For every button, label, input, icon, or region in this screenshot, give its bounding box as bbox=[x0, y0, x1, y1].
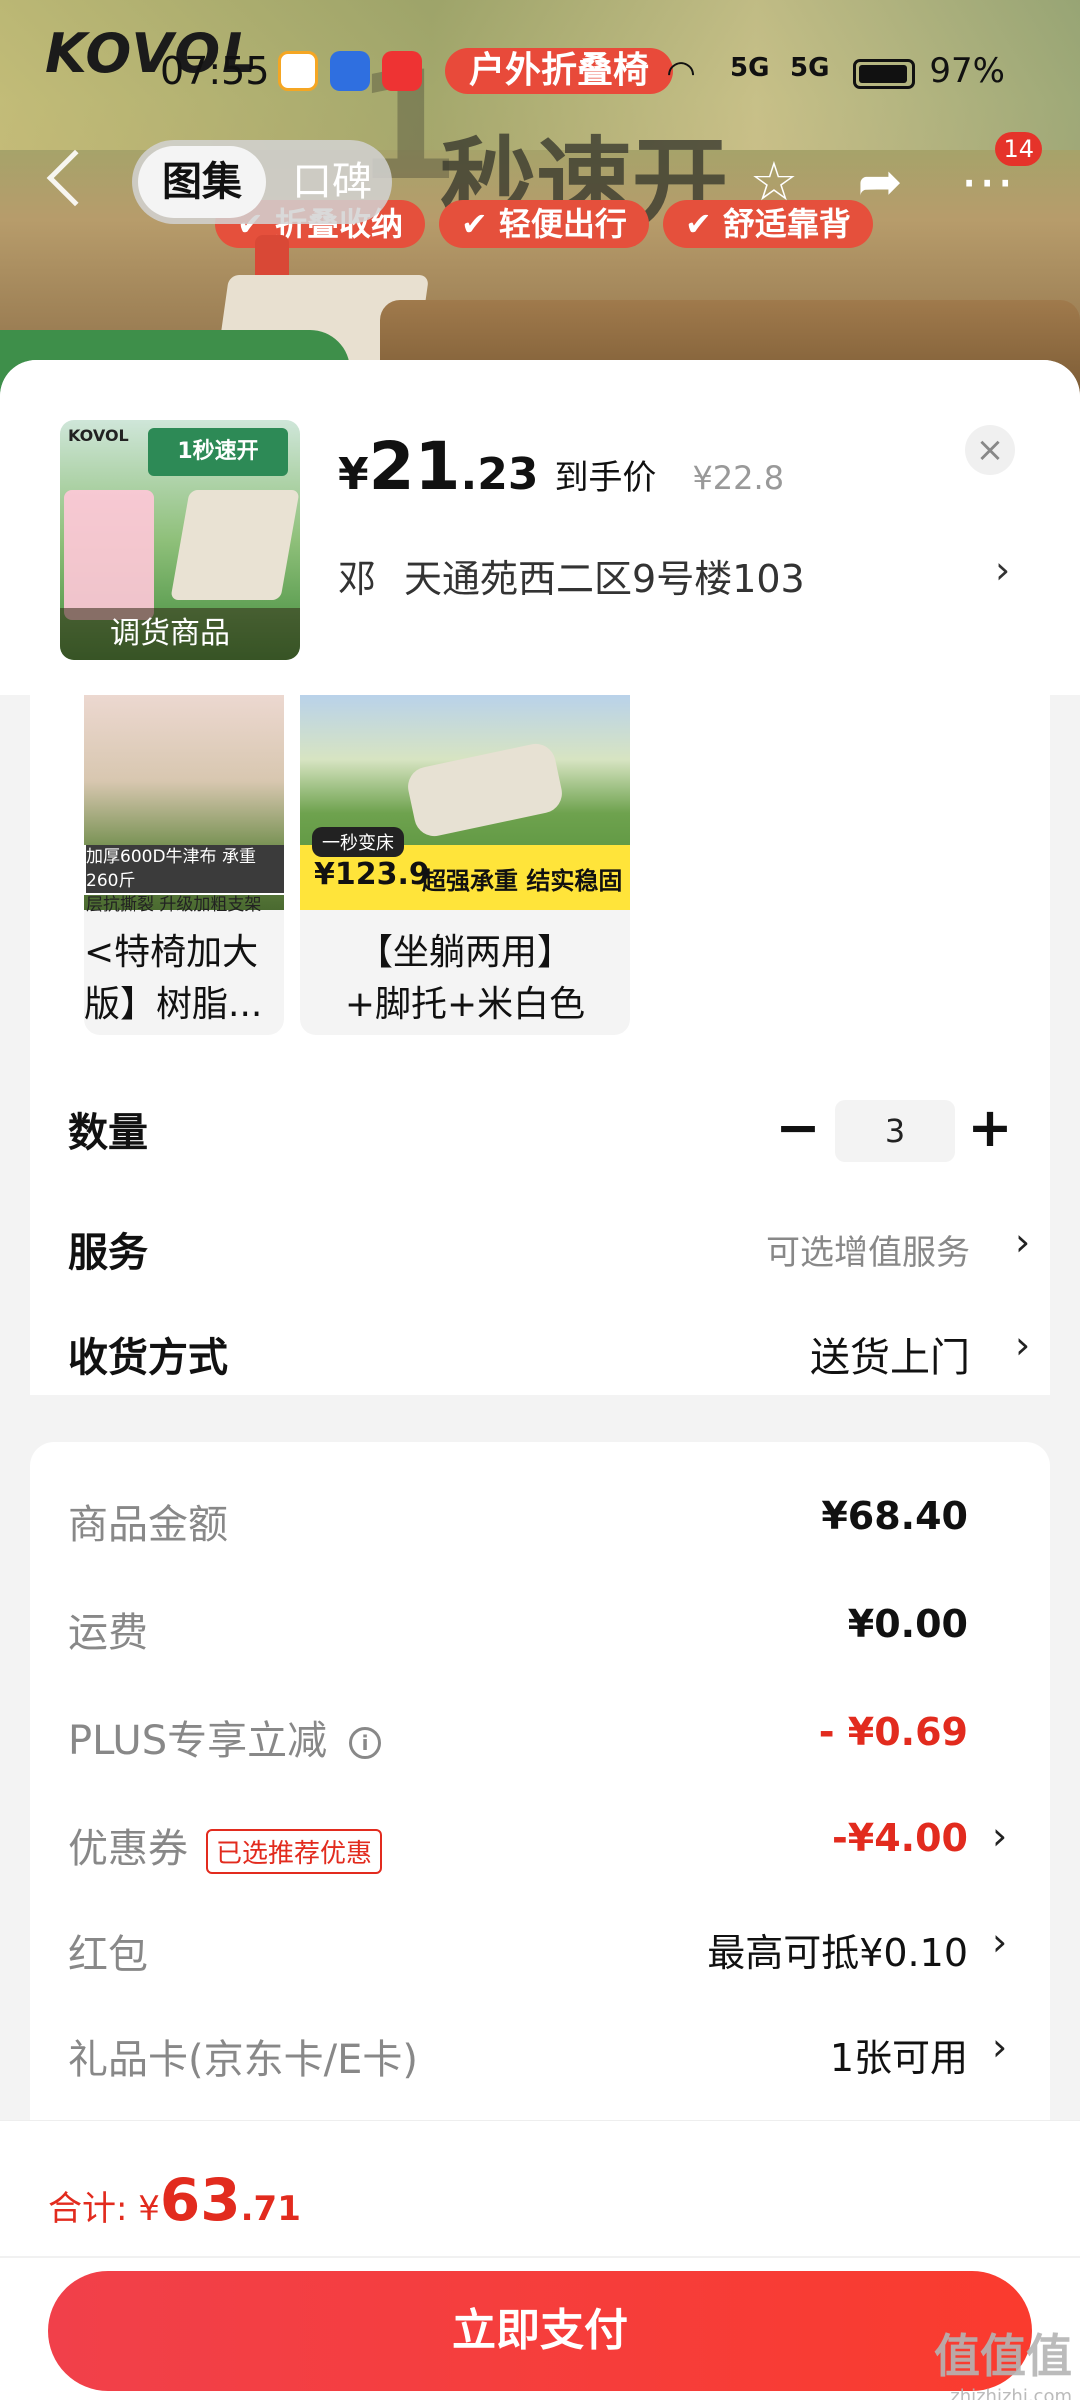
variant-caption-top: 加厚600D牛津布 承重260斤 bbox=[86, 845, 284, 893]
product-thumbnail[interactable]: KOVOL 1秒速开 调货商品 bbox=[60, 420, 300, 660]
gift-card-chevron-icon[interactable]: › bbox=[992, 2025, 1007, 2069]
watermark-url: zhizhizhi.com bbox=[950, 2386, 1072, 2400]
tab-gallery[interactable]: 图集 bbox=[138, 146, 266, 218]
variant-tag: 一秒变床 bbox=[312, 827, 404, 857]
jd-app-icon bbox=[382, 51, 422, 91]
price-label: 到手价 bbox=[554, 458, 657, 498]
coupon-selected-tag: 已选推荐优惠 bbox=[206, 1828, 383, 1874]
coupon-value[interactable]: -¥4.00 bbox=[832, 1816, 968, 1860]
thumb-label: 调货商品 bbox=[60, 608, 300, 660]
thumb-brand: KOVOL bbox=[68, 426, 129, 445]
pay-now-button[interactable]: 立即支付 bbox=[48, 2271, 1032, 2391]
red-packet-value[interactable]: 最高可抵¥0.10 bbox=[707, 1922, 968, 1977]
total-decimal: .71 bbox=[240, 2189, 301, 2229]
total-integer: 63 bbox=[159, 2166, 241, 2234]
variant-section: 加厚600D牛津布 承重260斤 层抗撕裂 升级加粗支架 <特椅加大 版】树脂.… bbox=[30, 695, 1050, 1395]
gift-card-value[interactable]: 1张可用 bbox=[830, 2027, 968, 2082]
weibo-app-icon bbox=[278, 51, 318, 91]
variant-slogan: 超强承重 结实稳固 bbox=[422, 867, 623, 895]
plus-discount-row: PLUS专享立减 i bbox=[68, 1708, 382, 1766]
coupon-label: 优惠券 bbox=[68, 1826, 188, 1872]
quantity-increase-button[interactable]: + bbox=[960, 1100, 1020, 1160]
variant-caption-bottom: 层抗撕裂 升级加粗支架 bbox=[86, 895, 262, 915]
gallery-segment-control: 图集 口碑 bbox=[132, 140, 392, 224]
delivery-chevron-icon[interactable]: › bbox=[1015, 1323, 1030, 1367]
goods-amount-label: 商品金额 bbox=[68, 1502, 228, 1548]
coupon-row[interactable]: 优惠券 已选推荐优惠 bbox=[68, 1816, 383, 1874]
variant-price: ¥123.9 bbox=[314, 857, 430, 892]
thumb-chair-image bbox=[170, 490, 300, 600]
variant-card[interactable]: 一秒变床 ¥123.9 超强承重 结实稳固 【坐躺两用】 +脚托+米白色 bbox=[300, 695, 630, 1035]
battery-percent: 97% bbox=[929, 51, 1005, 91]
quantity-label: 数量 bbox=[68, 1110, 148, 1156]
checkout-footer: 合计: ¥63.71 立即支付 bbox=[0, 2120, 1080, 2400]
goods-amount-value: ¥68.40 bbox=[821, 1494, 968, 1538]
variant-price-bar: 一秒变床 ¥123.9 超强承重 结实稳固 bbox=[300, 827, 630, 910]
red-packet-chevron-icon[interactable]: › bbox=[992, 1920, 1007, 1964]
variant-name: 【坐躺两用】 +脚托+米白色 bbox=[344, 932, 586, 1025]
wifi-icon: ◠ bbox=[668, 53, 695, 93]
close-icon[interactable]: × bbox=[965, 425, 1015, 475]
total-label: 合计: ¥ bbox=[48, 2189, 160, 2229]
tab-reviews[interactable]: 口碑 bbox=[292, 146, 372, 218]
thumb-headline: 1秒速开 bbox=[148, 428, 288, 476]
address-chevron-icon[interactable]: › bbox=[995, 548, 1010, 592]
red-packet-label: 红包 bbox=[68, 1932, 148, 1978]
service-value[interactable]: 可选增值服务 bbox=[766, 1225, 970, 1274]
battery-icon bbox=[853, 59, 915, 89]
recipient-name: 邓 bbox=[338, 557, 377, 601]
watermark-logo: 值值值 bbox=[934, 2329, 1072, 2383]
favorite-star-icon[interactable]: ☆ bbox=[742, 150, 806, 214]
service-label: 服务 bbox=[68, 1230, 148, 1276]
order-total: 合计: ¥63.71 bbox=[48, 2166, 301, 2234]
quantity-decrease-button[interactable]: − bbox=[768, 1100, 828, 1160]
delivery-method-label: 收货方式 bbox=[68, 1335, 228, 1381]
coupon-chevron-icon[interactable]: › bbox=[992, 1814, 1007, 1858]
top-nav: 图集 口碑 ☆ ➦ ⋯ 14 bbox=[0, 132, 1080, 230]
share-arrow-icon[interactable]: ➦ bbox=[848, 150, 912, 214]
network-5g-label: 5G bbox=[790, 53, 830, 83]
quantity-input[interactable]: 3 bbox=[835, 1100, 955, 1162]
network-5g-label: 5G bbox=[730, 53, 770, 83]
freight-value: ¥0.00 bbox=[847, 1602, 968, 1646]
original-price: ¥22.8 bbox=[692, 459, 785, 497]
back-arrow-icon[interactable] bbox=[46, 149, 104, 207]
variant-image-caption: 加厚600D牛津布 承重260斤 层抗撕裂 升级加粗支架 bbox=[84, 845, 284, 915]
plus-discount-value: - ¥0.69 bbox=[818, 1710, 968, 1754]
status-bar: 07:55 ◠ 5G 5G 97% bbox=[0, 45, 1080, 105]
delivery-address[interactable]: 邓天通苑西二区9号楼103 bbox=[338, 548, 805, 603]
info-icon[interactable]: i bbox=[349, 1727, 382, 1759]
plus-discount-label: PLUS专享立减 bbox=[68, 1718, 328, 1764]
freight-label: 运费 bbox=[68, 1610, 148, 1656]
status-time: 07:55 bbox=[160, 49, 270, 93]
price-summary-card: 商品金额 ¥68.40 运费 ¥0.00 PLUS专享立减 i - ¥0.69 优… bbox=[30, 1442, 1050, 2172]
message-badge: 14 bbox=[995, 132, 1042, 166]
gift-card-label: 礼品卡(京东卡/E卡) bbox=[68, 2037, 418, 2083]
delivery-method-value[interactable]: 送货上门 bbox=[810, 1325, 970, 1383]
address-text: 天通苑西二区9号楼103 bbox=[404, 557, 805, 601]
price-decimal: .23 bbox=[460, 449, 539, 500]
baidu-app-icon bbox=[330, 51, 370, 91]
variant-card[interactable]: 加厚600D牛津布 承重260斤 层抗撕裂 升级加粗支架 <特椅加大 版】树脂.… bbox=[84, 695, 284, 1035]
footer-divider bbox=[0, 2256, 1080, 2258]
variant-name: <特椅加大 版】树脂... bbox=[84, 932, 263, 1025]
thumb-panel bbox=[64, 490, 154, 620]
price-row: ¥ 21 .23 到手价 ¥22.8 bbox=[338, 428, 784, 505]
price-integer: 21 bbox=[368, 428, 461, 505]
price-currency: ¥ bbox=[338, 449, 369, 500]
site-watermark: 值值值 zhizhizhi.com bbox=[934, 2320, 1072, 2400]
checkout-sheet: KOVOL 1秒速开 调货商品 ¥ 21 .23 到手价 ¥22.8 × 邓天通… bbox=[0, 360, 1080, 2400]
product-header: KOVOL 1秒速开 调货商品 ¥ 21 .23 到手价 ¥22.8 × 邓天通… bbox=[0, 360, 1080, 695]
service-chevron-icon[interactable]: › bbox=[1015, 1220, 1030, 1264]
